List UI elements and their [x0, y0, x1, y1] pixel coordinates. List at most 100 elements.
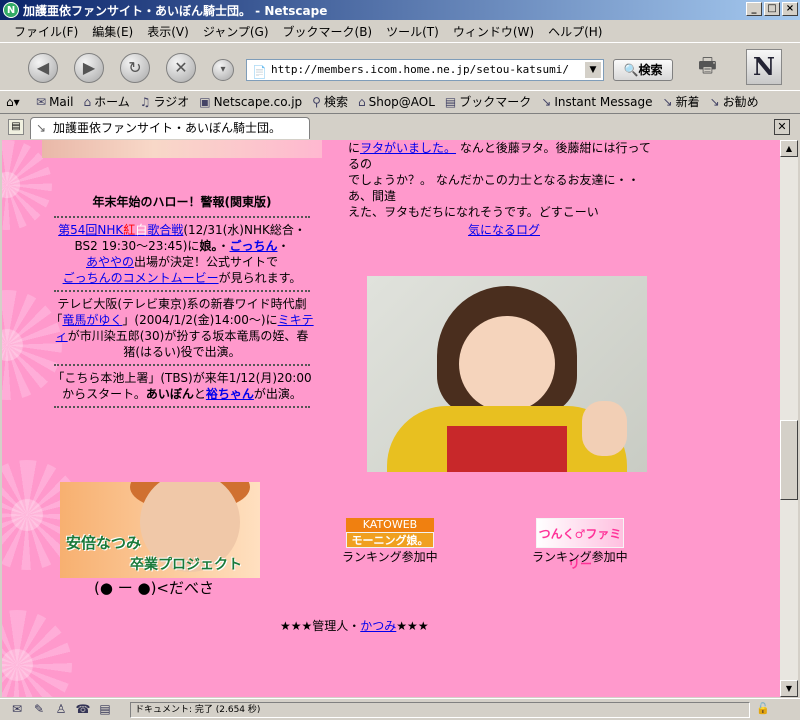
dropdown-icon[interactable]: ▾ [212, 59, 234, 81]
ikegami-text-3: が出演。 [253, 387, 302, 401]
status-bar: ✉ ✎ ♙ ☎ ▤ ドキュメント: 完了 (2.654 秒) 🔓 [0, 698, 800, 720]
ranking-label: ランキング参加中 [342, 550, 438, 564]
url-field[interactable]: 📄 http://members.icom.home.ne.jp/setou-k… [246, 59, 604, 81]
menu-window[interactable]: ウィンドウ(W) [453, 23, 534, 40]
toolbar-home[interactable]: ⌂ ホーム [83, 93, 129, 110]
log-link[interactable]: 気になるログ [468, 223, 540, 237]
my-icon: ▣ [199, 94, 211, 109]
menu-view[interactable]: 表示(V) [147, 23, 189, 40]
netscape-icon: N [3, 2, 19, 18]
blog-column: にヲタがいました。 なんと後藤ヲタ。後藤紺には行ってるの でしょうか？。 なんだ… [348, 140, 660, 238]
new-tab-icon[interactable]: ▤ [8, 119, 24, 135]
toolbar-shop[interactable]: ⌂ Shop@AOL [358, 95, 435, 109]
news-column: 年末年始のハロー！警報(関東版) 第54回NHK紅白歌合戦(12/31(水)NH… [50, 140, 314, 412]
toolbar-im-label: Instant Message [554, 94, 653, 109]
close-tab-icon[interactable]: ✕ [774, 119, 790, 135]
address-book-icon[interactable]: ☎ [74, 702, 92, 718]
tsunku-family-banner[interactable]: つんく♂ファミリー [536, 518, 624, 571]
tab-active[interactable]: ↘ 加護亜依ファンサイト・あいぼん騎士団。 [30, 117, 310, 139]
maximize-button[interactable]: □ [764, 2, 780, 16]
home-icon: ⌂ [83, 95, 92, 109]
photo-shirt-detail [447, 426, 567, 472]
link-icon: ↘ [36, 121, 47, 135]
toolbar-netscape[interactable]: ▣ Netscape.co.jp [199, 95, 302, 109]
photo-hand [582, 401, 627, 456]
dot-text: ・ [277, 239, 290, 253]
menu-help[interactable]: ヘルプ(H) [548, 23, 602, 40]
wota-link[interactable]: ヲタがいました。 [360, 141, 456, 155]
radio-icon: ♫ [139, 95, 151, 109]
info-icon[interactable]: ▤ [96, 702, 114, 718]
gocchin-link[interactable]: ごっちん [229, 239, 277, 253]
mail-icon[interactable]: ✉ [8, 702, 26, 718]
musume-text: 娘。 [199, 239, 218, 253]
search-icon: ⚲ [312, 95, 321, 109]
kohaku-link-white: 白 [135, 223, 148, 237]
katoweb-banner[interactable]: KATOWEB モーニング娘。 [346, 518, 434, 548]
forward-icon[interactable]: ▶ [74, 53, 104, 83]
toolbar-search[interactable]: ⚲ 検索 [312, 93, 348, 110]
search-button[interactable]: 🔍検索 [613, 59, 673, 81]
kohaku-link[interactable]: 第54回NHK紅白歌合戦 [58, 223, 183, 237]
toolbar-bookmarks[interactable]: ▤ ブックマーク [445, 93, 531, 110]
stop-icon[interactable]: ✕ [166, 53, 196, 83]
composer-icon[interactable]: ✎ [30, 702, 48, 718]
menu-file[interactable]: ファイル(F) [14, 23, 78, 40]
admin-prefix: ★★★管理人・ [280, 619, 361, 633]
toolbar-new-label: 新着 [675, 95, 700, 109]
toolbar-recommend-label: お勧め [722, 95, 759, 109]
divider [54, 364, 310, 366]
back-icon[interactable]: ◀ [28, 53, 58, 83]
blog-text: にヲタがいました。 なんと後藤ヲタ。後藤紺には行ってるの でしょうか？。 なんだ… [348, 140, 660, 220]
menu-edit[interactable]: 編集(E) [92, 23, 133, 40]
home-tab-icon[interactable]: ⌂▾ [6, 95, 20, 109]
tab-label: 加護亜依ファンサイト・あいぼん騎士団。 [53, 121, 282, 135]
ranking-label: ランキング参加中 [532, 550, 628, 564]
news-item-ikegami: 「こちら本池上署」(TBS)が来年1/12(月)20:00からスタート。あいぼん… [50, 370, 314, 402]
gocchin-movie-link[interactable]: ごっちんのコメントムービー [63, 271, 219, 285]
netscape-logo[interactable]: N [746, 49, 782, 85]
scroll-up-icon[interactable]: ▲ [780, 140, 798, 157]
url-dropdown-icon[interactable]: ▼ [585, 62, 601, 78]
toolbar-radio[interactable]: ♫ ラジオ [140, 93, 190, 110]
security-lock-icon[interactable]: 🔓 [756, 702, 770, 715]
url-text: http://members.icom.home.ne.jp/setou-kat… [271, 63, 570, 76]
news-item-kohaku: 第54回NHK紅白歌合戦(12/31(水)NHK総合・BS2 19:30〜23:… [50, 222, 314, 286]
page-icon: 📄 [252, 65, 267, 79]
ryoma-link[interactable]: 竜馬がゆく [62, 313, 122, 327]
minimize-button[interactable]: _ [746, 2, 762, 16]
katoweb-label: KATOWEB [346, 518, 434, 532]
toolbar-mail[interactable]: ✉ Mail [36, 95, 73, 109]
divider [54, 406, 310, 408]
natsumi-graduation-banner[interactable]: 安倍なつみ 卒業プロジェクト [60, 482, 260, 578]
blog-line-2: でしょうか？。 なんだかこの力士となるお友達に・・あ、間違 [348, 173, 640, 203]
aim-icon[interactable]: ♙ [52, 702, 70, 718]
yuchan-link[interactable]: 裕ちゃん [206, 387, 254, 401]
close-button[interactable]: × [782, 2, 798, 16]
blog-line-3: えた、ヲタもだちになれそうです。どすこーい [348, 205, 599, 219]
daibesa-text: (● ー ●)<だべさ [94, 579, 214, 597]
navigation-toolbar: ◀ ▶ ↻ ✕ ▾ 📄 http://members.icom.home.ne.… [0, 42, 800, 90]
menu-bookmarks[interactable]: ブックマーク(B) [283, 23, 373, 40]
toolbar-new[interactable]: ↘ 新着 [663, 93, 700, 110]
ikegami-text-2: と [193, 387, 206, 401]
scroll-thumb[interactable] [780, 420, 798, 500]
print-icon[interactable]: 🖶 [698, 51, 724, 77]
menu-go[interactable]: ジャンプ(G) [203, 23, 269, 40]
menu-tools[interactable]: ツール(T) [386, 23, 439, 40]
status-text: ドキュメント: 完了 (2.654 秒) [130, 702, 750, 718]
toolbar-recommend[interactable]: ↘ お勧め [710, 93, 759, 110]
reload-icon[interactable]: ↻ [120, 53, 150, 83]
toolbar-home-label: ホーム [94, 95, 130, 109]
ayaya-link[interactable]: あややの [86, 255, 134, 269]
scroll-down-icon[interactable]: ▼ [780, 680, 798, 697]
banner-subtitle: 卒業プロジェクト [130, 557, 242, 573]
bookmark-icon: ▤ [444, 95, 457, 109]
window-title-bar[interactable]: N 加護亜依ファンサイト・あいぼん騎士団。 - Netscape _ □ × [0, 0, 800, 20]
official-site-text: 出場が決定！公式サイトで [134, 255, 279, 269]
toolbar-radio-label: ラジオ [153, 95, 190, 109]
admin-link[interactable]: かつみ [360, 619, 396, 633]
vertical-scrollbar[interactable]: ▲ ▼ [780, 140, 798, 697]
toolbar-instant-message[interactable]: ↘ Instant Message [541, 95, 652, 109]
tab-bar: ▤ ↘ 加護亜依ファンサイト・あいぼん騎士団。 ✕ [0, 113, 800, 139]
